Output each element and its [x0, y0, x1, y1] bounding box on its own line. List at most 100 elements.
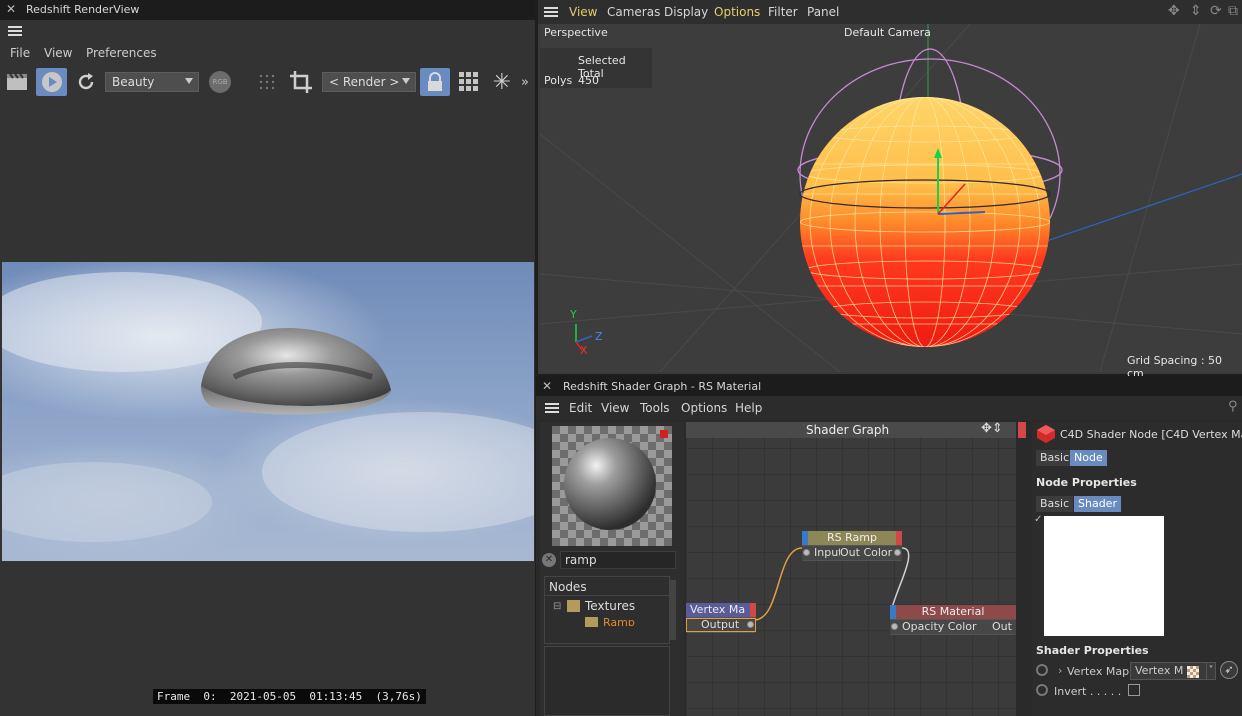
shader-preview — [1044, 516, 1164, 636]
menu-help[interactable]: Help — [735, 401, 762, 415]
toolbar-overflow-icon[interactable]: » — [516, 68, 534, 96]
menu-file[interactable]: File — [10, 46, 30, 60]
menu-preferences[interactable]: Preferences — [86, 46, 157, 60]
vertex-map-label: Vertex Map — [1067, 665, 1130, 678]
menu-edit[interactable]: Edit — [569, 401, 592, 415]
start-render-button[interactable] — [36, 68, 67, 96]
render-view-toolbar: Beauty RGB < Render > ✳ » — [0, 66, 535, 98]
shader-graph-titlebar: ✕ Redshift Shader Graph - RS Material — [536, 376, 1242, 396]
tree-item-ramp[interactable]: Ramp — [603, 616, 635, 626]
menu-panel[interactable]: Panel — [807, 5, 839, 19]
render-mode-dropdown[interactable]: < Render > — [322, 72, 416, 92]
section-node-properties: Node Properties — [1036, 476, 1137, 489]
port-output-label: Output — [701, 618, 740, 631]
dot-grid-icon[interactable] — [253, 68, 281, 96]
clear-search-icon[interactable]: ✕ — [542, 553, 556, 567]
info-polys-label: Polys — [544, 74, 573, 87]
menu-options[interactable]: Options — [714, 5, 760, 19]
folder-icon — [567, 600, 580, 612]
shader-graph-menubar: Edit View Tools Options Help ⚲ — [536, 396, 1242, 420]
tiles-grid-icon[interactable] — [455, 68, 483, 96]
menu-cameras[interactable]: Cameras — [607, 5, 660, 19]
hamburger-menu-icon[interactable] — [544, 7, 558, 17]
tab-node[interactable]: Node — [1070, 450, 1107, 466]
aov-dropdown-value: Beauty — [112, 75, 155, 89]
input-port[interactable] — [803, 549, 810, 556]
shader-graph-panel: ✕ Redshift Shader Graph - RS Material Ed… — [536, 376, 1242, 716]
hamburger-menu-icon[interactable] — [545, 403, 559, 413]
expand-arrow-icon[interactable]: › — [1058, 664, 1062, 677]
rgb-badge: RGB — [209, 71, 231, 93]
snowflake-icon[interactable]: ✳ — [488, 68, 516, 96]
close-icon[interactable]: ✕ — [542, 379, 552, 393]
node-title: Vertex Ma — [686, 603, 756, 617]
tree-item-textures[interactable]: Textures — [585, 599, 635, 613]
close-icon[interactable]: ✕ — [6, 2, 16, 16]
maximize-view-icon[interactable]: ⧉ — [1228, 3, 1238, 19]
camera-label[interactable]: Default Camera — [844, 26, 931, 39]
output-port[interactable] — [894, 549, 901, 556]
keyframe-radio-icon[interactable] — [1036, 684, 1048, 696]
projection-label[interactable]: Perspective — [544, 26, 608, 39]
checker-texture-icon — [1187, 666, 1199, 678]
c4d-node-icon — [1036, 424, 1056, 444]
tree-scrollbar[interactable] — [670, 580, 676, 640]
menu-filter[interactable]: Filter — [768, 5, 798, 19]
lock-icon[interactable] — [420, 68, 450, 96]
axis-y-label: Y — [570, 308, 577, 321]
viewport-panel: View Cameras Display Options Filter Pane… — [538, 0, 1242, 380]
menu-tools[interactable]: Tools — [640, 401, 670, 415]
viewport-menubar: View Cameras Display Options Filter Pane… — [538, 0, 1242, 24]
node-properties-panel: C4D Shader Node [C4D Vertex Map] Basic N… — [1032, 422, 1242, 716]
menu-view[interactable]: View — [601, 401, 629, 415]
keyframe-radio-icon[interactable] — [1036, 664, 1048, 676]
render-view-titlebar: ✕ Redshift RenderView — [0, 0, 535, 20]
expand-chevron-icon[interactable]: ✓ — [1034, 514, 1042, 525]
section-shader-properties: Shader Properties — [1036, 644, 1149, 657]
invert-checkbox[interactable] — [1128, 684, 1140, 696]
dropdown-chevron-icon[interactable]: ˅ — [1206, 662, 1216, 680]
invert-label: Invert . . . . . — [1054, 685, 1122, 698]
info-polys-value: 450 — [578, 74, 599, 87]
node-rs-material[interactable]: RS Material Opacity Color Out — [890, 605, 1016, 635]
menu-view[interactable]: View — [569, 5, 597, 19]
move-view-icon[interactable]: ✥ — [1168, 3, 1180, 19]
node-search-input[interactable]: ramp — [560, 551, 676, 569]
rgb-channel-icon[interactable]: RGB — [206, 68, 234, 96]
clapperboard-icon[interactable] — [3, 68, 31, 96]
info-overlay: Selected Total Polys 450 — [540, 48, 652, 88]
crop-icon[interactable] — [287, 68, 315, 96]
tab-basic[interactable]: Basic — [1036, 450, 1074, 466]
axis-x-label: X — [580, 344, 588, 357]
tab-inner-shader[interactable]: Shader — [1074, 496, 1121, 512]
render-status-bar: Frame 0: 2021-05-05 01:13:45 (3,76s) — [153, 689, 426, 704]
menu-options[interactable]: Options — [681, 401, 727, 415]
port-output-label: Out — [992, 620, 1012, 633]
pick-object-icon[interactable]: ➶ — [1220, 661, 1238, 679]
node-rs-ramp[interactable]: RS Ramp Input Out Color — [802, 531, 902, 561]
port-output-label: Out Color — [840, 546, 893, 559]
vertex-map-value: Vertex M — [1135, 664, 1184, 677]
input-port[interactable] — [891, 623, 898, 630]
tab-inner-basic[interactable]: Basic — [1036, 496, 1074, 512]
dolly-view-icon[interactable]: ⇕ — [1190, 3, 1202, 19]
node-title: RS Ramp — [802, 531, 902, 545]
node-vertex-map[interactable]: Vertex Ma Output — [686, 603, 756, 633]
node-tree-header: Nodes — [549, 580, 587, 594]
search-icon[interactable]: ⚲ — [1228, 399, 1238, 414]
axis-z-label: Z — [595, 330, 603, 343]
output-port[interactable] — [747, 621, 754, 628]
aov-dropdown[interactable]: Beauty — [105, 72, 199, 92]
render-view-panel: ✕ Redshift RenderView File View Preferen… — [0, 0, 535, 716]
node-graph-canvas[interactable]: Shader Graph ✥⇕ RS Ramp Input Out Color … — [686, 422, 1016, 716]
node-title: RS Material — [890, 605, 1016, 619]
collapse-icon[interactable]: ⊟ — [553, 601, 561, 612]
menu-view[interactable]: View — [44, 46, 72, 60]
vertex-map-field[interactable]: Vertex M — [1130, 662, 1214, 680]
menu-display[interactable]: Display — [664, 5, 708, 19]
refresh-icon[interactable] — [72, 68, 100, 96]
rotate-view-icon[interactable]: ⟳ — [1210, 3, 1222, 19]
render-mode-value: < Render > — [329, 75, 400, 89]
ramp-node-icon — [585, 617, 598, 627]
hamburger-menu-icon[interactable] — [8, 26, 22, 36]
